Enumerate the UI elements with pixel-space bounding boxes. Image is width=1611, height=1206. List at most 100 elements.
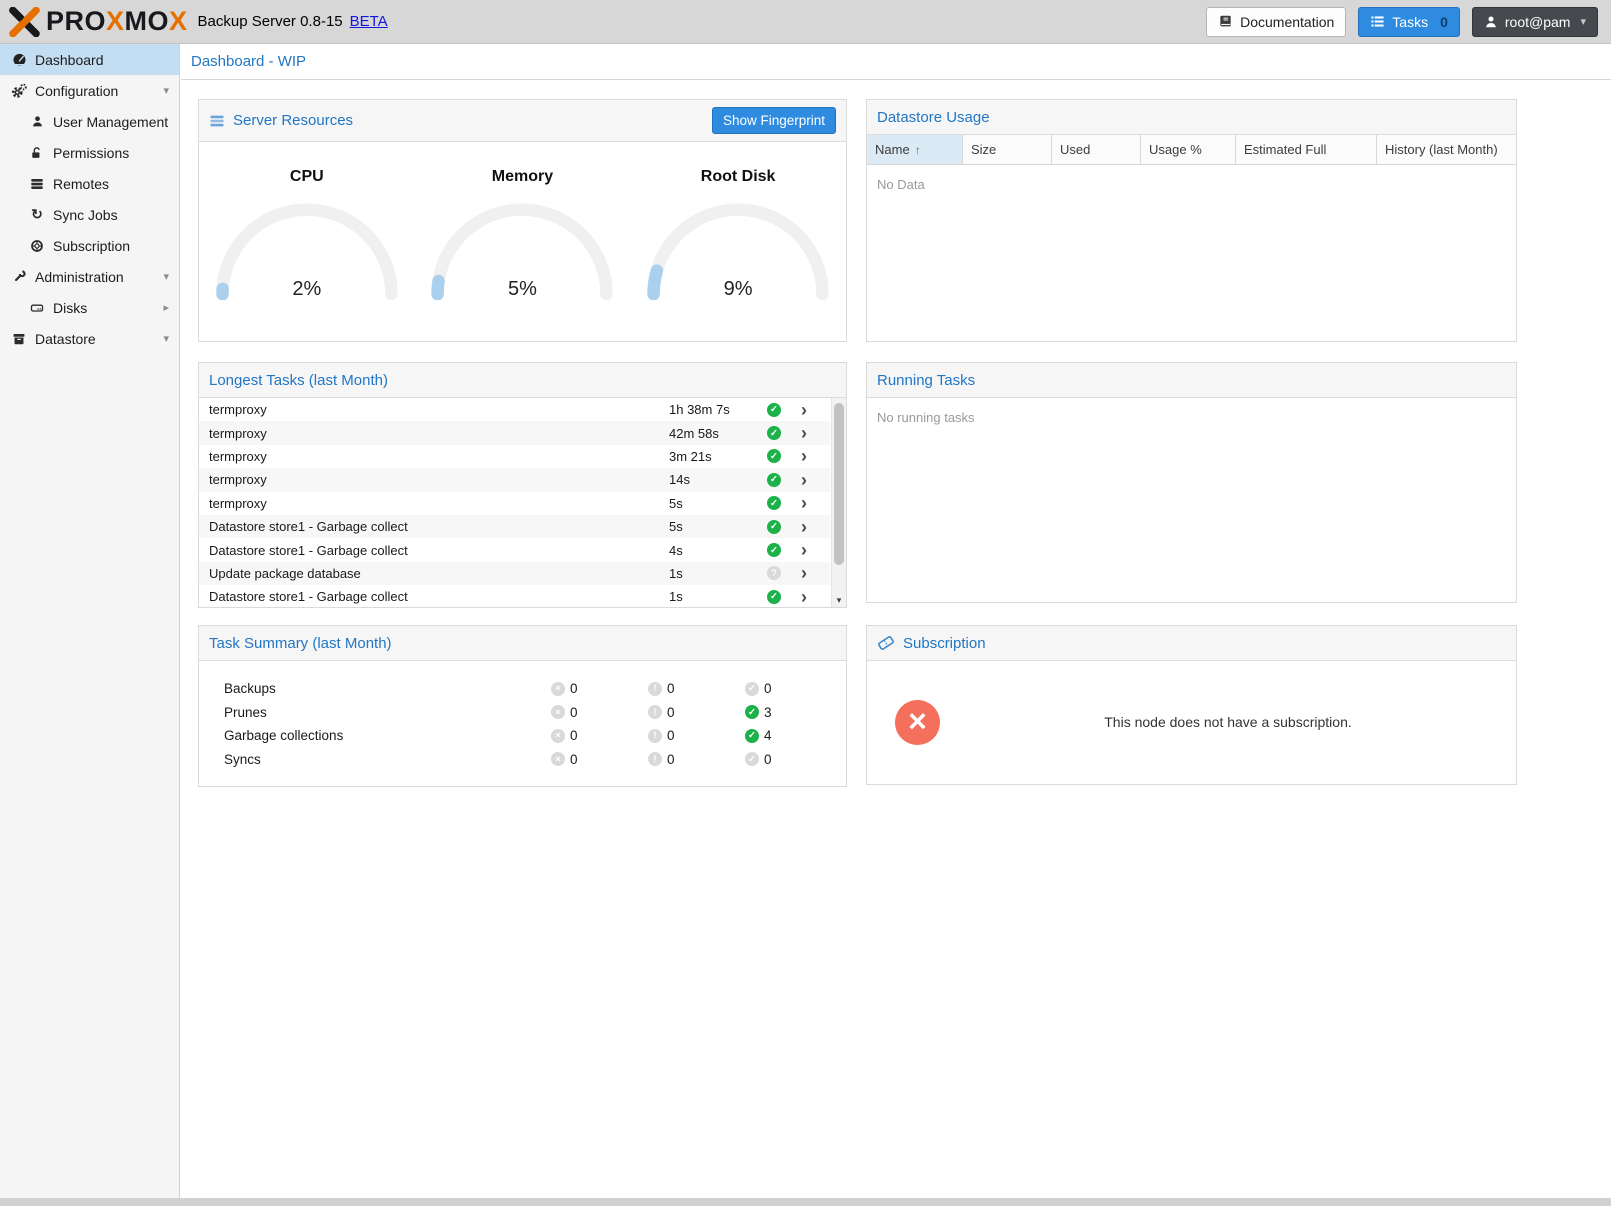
gauge-value-label: 2%	[211, 278, 403, 301]
beta-link[interactable]: BETA	[350, 13, 388, 30]
task-row[interactable]: termproxy14s✓›	[199, 468, 830, 491]
task-row[interactable]: termproxy5s✓›	[199, 492, 830, 515]
task-status-icon: ✓	[767, 543, 781, 557]
topbar-buttons: Documentation Tasks 0 root@pam ▾	[1206, 7, 1598, 37]
sidebar-item-label: Administration	[35, 269, 124, 285]
column-header-name[interactable]: Name ↑	[867, 135, 963, 164]
scrollbar-thumb[interactable]	[834, 403, 844, 565]
sidebar-item-subscription[interactable]: Subscription	[0, 230, 179, 261]
chevron-right-icon[interactable]: ›	[801, 401, 807, 419]
chevron-right-icon[interactable]: ›	[801, 424, 807, 442]
sidebar-item-configuration[interactable]: Configuration ▾	[0, 75, 179, 106]
sidebar-item-label: Disks	[53, 300, 87, 316]
ok-count: 0	[764, 681, 772, 696]
task-duration: 42m 58s	[669, 426, 767, 441]
datastore-empty-text: No Data	[867, 165, 1516, 204]
scroll-down-icon[interactable]: ▾	[832, 595, 846, 606]
task-row[interactable]: Update package database1s?›	[199, 562, 830, 585]
ok-count-icon: ✓	[745, 729, 759, 743]
chevron-right-icon[interactable]: ›	[801, 447, 807, 465]
sidebar-item-user-management[interactable]: User Management	[0, 106, 179, 137]
column-header-history[interactable]: History (last Month)	[1377, 135, 1516, 164]
sidebar-item-remotes[interactable]: Remotes	[0, 168, 179, 199]
task-name: termproxy	[209, 496, 669, 511]
ok-count-icon: ✓	[745, 682, 759, 696]
column-header-size[interactable]: Size	[963, 135, 1052, 164]
task-status-icon: ✓	[767, 403, 781, 417]
sidebar-item-label: Permissions	[53, 145, 129, 161]
column-header-estimated-full[interactable]: Estimated Full	[1236, 135, 1377, 164]
chevron-down-icon: ▾	[163, 270, 169, 283]
gauge-value-label: 9%	[642, 278, 834, 301]
sidebar-item-sync-jobs[interactable]: ↻ Sync Jobs	[0, 199, 179, 230]
root-disk-gauge: Root Disk 9%	[630, 168, 846, 305]
ok-count-icon: ✓	[745, 705, 759, 719]
datastore-usage-panel: Datastore Usage Name ↑ Size Used Usage %…	[866, 99, 1517, 342]
sidebar-item-label: Remotes	[53, 176, 109, 192]
user-icon	[28, 115, 46, 128]
warning-count-icon: !	[648, 682, 662, 696]
datastore-grid-header: Name ↑ Size Used Usage % Estimated Full …	[867, 135, 1516, 165]
summary-label: Backups	[224, 681, 551, 696]
task-name: Datastore store1 - Garbage collect	[209, 543, 669, 558]
error-count-icon: ×	[551, 705, 565, 719]
task-row[interactable]: termproxy42m 58s✓ ›	[199, 421, 830, 444]
task-row[interactable]: termproxy1h 38m 7s✓›	[199, 398, 830, 421]
task-row[interactable]: Datastore store1 - Garbage collect5s✓›	[199, 515, 830, 538]
sidebar-item-datastore[interactable]: Datastore ▾	[0, 323, 179, 354]
task-status-icon: ✓	[767, 426, 781, 440]
warning-count-icon: !	[648, 729, 662, 743]
sidebar-item-label: Datastore	[35, 331, 96, 347]
chevron-right-icon[interactable]: ›	[801, 494, 807, 512]
task-duration: 14s	[669, 472, 767, 487]
chevron-right-icon[interactable]: ›	[801, 471, 807, 489]
summary-label: Prunes	[224, 705, 551, 720]
task-duration: 4s	[669, 543, 767, 558]
longest-tasks-title: Longest Tasks (last Month)	[209, 372, 388, 389]
task-row[interactable]: Datastore store1 - Garbage collect4s✓ ›	[199, 538, 830, 561]
task-name: termproxy	[209, 449, 669, 464]
scrollbar[interactable]: ▾	[831, 398, 846, 607]
wrench-icon	[10, 269, 28, 284]
sidebar-item-label: Dashboard	[35, 52, 104, 68]
show-fingerprint-button[interactable]: Show Fingerprint	[712, 107, 836, 134]
column-header-usage-percent[interactable]: Usage %	[1141, 135, 1236, 164]
task-summary-header: Task Summary (last Month)	[199, 626, 846, 661]
running-tasks-header: Running Tasks	[867, 363, 1516, 398]
memory-gauge: Memory 5%	[415, 168, 631, 305]
column-header-used[interactable]: Used	[1052, 135, 1141, 164]
task-name: termproxy	[209, 426, 669, 441]
chevron-right-icon[interactable]: ›	[801, 588, 807, 606]
task-row[interactable]: termproxy3m 21s✓›	[199, 445, 830, 468]
sidebar-item-permissions[interactable]: Permissions	[0, 137, 179, 168]
chevron-right-icon[interactable]: ›	[801, 541, 807, 559]
no-subscription-icon: ×	[895, 700, 940, 745]
task-summary-panel: Task Summary (last Month) Backups ×0 !0 …	[198, 625, 847, 787]
task-row[interactable]: Datastore store1 - Garbage collect1s✓›	[199, 585, 830, 607]
datastore-usage-header: Datastore Usage	[867, 100, 1516, 135]
chevron-right-icon[interactable]: ›	[801, 564, 807, 582]
server-resources-panel: Server Resources Show Fingerprint CPU 2%…	[198, 99, 847, 342]
sidebar-item-dashboard[interactable]: Dashboard	[0, 44, 179, 75]
error-count: 0	[570, 681, 578, 696]
task-name: termproxy	[209, 472, 669, 487]
user-menu-button[interactable]: root@pam ▾	[1472, 7, 1598, 37]
chevron-right-icon[interactable]: ›	[801, 518, 807, 536]
chevron-right-icon: ▸	[163, 301, 169, 314]
page-title-bar: Dashboard - WIP	[181, 44, 1611, 80]
sidebar-item-administration[interactable]: Administration ▾	[0, 261, 179, 292]
task-duration: 1s	[669, 589, 767, 604]
ok-count: 0	[764, 752, 772, 767]
proxmox-backup-server-app: PROXMOX Backup Server 0.8-15 BETA Docume…	[0, 0, 1611, 1206]
sidebar-item-disks[interactable]: Disks ▸	[0, 292, 179, 323]
summary-row-prunes: Prunes ×0 !0 ✓3	[199, 701, 846, 725]
gears-icon	[10, 83, 28, 99]
task-summary-title: Task Summary (last Month)	[209, 635, 392, 652]
documentation-button[interactable]: Documentation	[1206, 7, 1346, 37]
tasks-button[interactable]: Tasks 0	[1358, 7, 1460, 37]
error-count: 0	[570, 752, 578, 767]
datastore-usage-title: Datastore Usage	[877, 109, 990, 126]
summary-row-syncs: Syncs ×0 !0 ✓0	[199, 748, 846, 772]
summary-row-backups: Backups ×0 !0 ✓0	[199, 677, 846, 701]
subscription-title: Subscription	[903, 635, 986, 652]
